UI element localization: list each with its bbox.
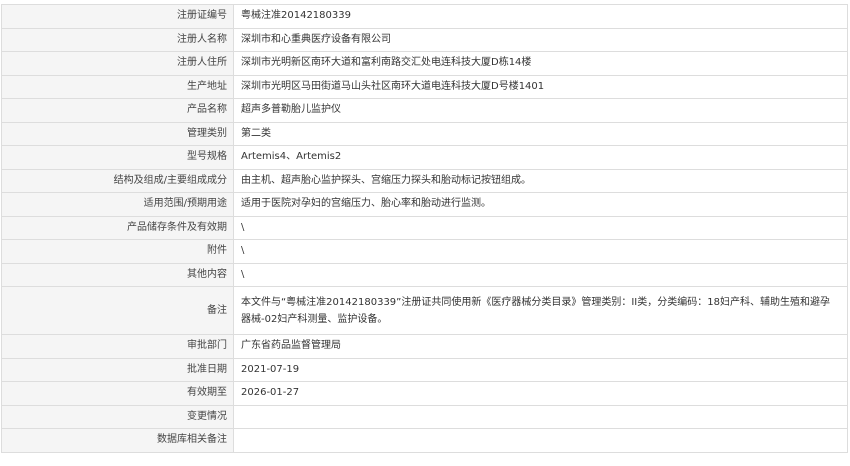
field-label: 附件 xyxy=(1,239,234,264)
field-label: 结构及组成/主要组成成分 xyxy=(1,168,234,193)
field-value: 适用于医院对孕妇的宫缩压力、胎心率和胎动进行监测。 xyxy=(233,192,848,217)
field-value: 2021-07-19 xyxy=(233,357,848,382)
row-remarks: 备注 本文件与“粤械注准20142180339”注册证共同使用新《医疗器械分类目… xyxy=(1,286,848,335)
field-label: 注册人名称 xyxy=(1,27,234,52)
field-label: 产品储存条件及有效期 xyxy=(1,215,234,240)
row-registrant-address: 注册人住所 深圳市光明新区南环大道和富利南路交汇处电连科技大厦D栋14楼 xyxy=(1,51,848,76)
field-value: \ xyxy=(233,239,848,264)
field-label: 产品名称 xyxy=(1,98,234,123)
field-label: 变更情况 xyxy=(1,404,234,429)
row-other-content: 其他内容 \ xyxy=(1,262,848,287)
field-label: 有效期至 xyxy=(1,381,234,406)
field-value: Artemis4、Artemis2 xyxy=(233,145,848,170)
row-approval-date: 批准日期 2021-07-19 xyxy=(1,357,848,382)
row-intended-use: 适用范围/预期用途 适用于医院对孕妇的宫缩压力、胎心率和胎动进行监测。 xyxy=(1,192,848,217)
row-valid-until: 有效期至 2026-01-27 xyxy=(1,381,848,406)
row-product-name: 产品名称 超声多普勒胎儿监护仪 xyxy=(1,98,848,123)
field-value: 由主机、超声胎心监护探头、宫缩压力探头和胎动标记按钮组成。 xyxy=(233,168,848,193)
field-value: \ xyxy=(233,215,848,240)
field-value: 深圳市光明新区南环大道和富利南路交汇处电连科技大厦D栋14楼 xyxy=(233,51,848,76)
field-value: 广东省药品监督管理局 xyxy=(233,334,848,359)
field-value xyxy=(233,428,848,453)
field-label: 注册证编号 xyxy=(1,4,234,29)
field-value: 本文件与“粤械注准20142180339”注册证共同使用新《医疗器械分类目录》管… xyxy=(233,286,848,335)
field-label: 数据库相关备注 xyxy=(1,428,234,453)
field-value: \ xyxy=(233,262,848,287)
row-registration-number: 注册证编号 粤械注准20142180339 xyxy=(1,4,848,29)
field-value: 超声多普勒胎儿监护仪 xyxy=(233,98,848,123)
field-label: 注册人住所 xyxy=(1,51,234,76)
row-production-address: 生产地址 深圳市光明区马田街道马山头社区南环大道电连科技大厦D号楼1401 xyxy=(1,74,848,99)
row-attachments: 附件 \ xyxy=(1,239,848,264)
field-label: 审批部门 xyxy=(1,334,234,359)
row-structure-composition: 结构及组成/主要组成成分 由主机、超声胎心监护探头、宫缩压力探头和胎动标记按钮组… xyxy=(1,168,848,193)
field-label: 适用范围/预期用途 xyxy=(1,192,234,217)
field-label: 生产地址 xyxy=(1,74,234,99)
row-registrant-name: 注册人名称 深圳市和心重典医疗设备有限公司 xyxy=(1,27,848,52)
registration-record-table: 注册证编号 粤械注准20142180339 注册人名称 深圳市和心重典医疗设备有… xyxy=(1,4,848,453)
field-value: 粤械注准20142180339 xyxy=(233,4,848,29)
field-label: 型号规格 xyxy=(1,145,234,170)
row-database-notes: 数据库相关备注 xyxy=(1,428,848,453)
field-value xyxy=(233,404,848,429)
row-approval-department: 审批部门 广东省药品监督管理局 xyxy=(1,334,848,359)
field-label: 管理类别 xyxy=(1,121,234,146)
field-label: 其他内容 xyxy=(1,262,234,287)
field-value: 第二类 xyxy=(233,121,848,146)
field-value: 2026-01-27 xyxy=(233,381,848,406)
row-change-history: 变更情况 xyxy=(1,404,848,429)
field-label: 备注 xyxy=(1,286,234,335)
field-value: 深圳市和心重典医疗设备有限公司 xyxy=(233,27,848,52)
row-management-category: 管理类别 第二类 xyxy=(1,121,848,146)
row-storage-validity: 产品储存条件及有效期 \ xyxy=(1,215,848,240)
field-label: 批准日期 xyxy=(1,357,234,382)
field-value: 深圳市光明区马田街道马山头社区南环大道电连科技大厦D号楼1401 xyxy=(233,74,848,99)
row-model-spec: 型号规格 Artemis4、Artemis2 xyxy=(1,145,848,170)
